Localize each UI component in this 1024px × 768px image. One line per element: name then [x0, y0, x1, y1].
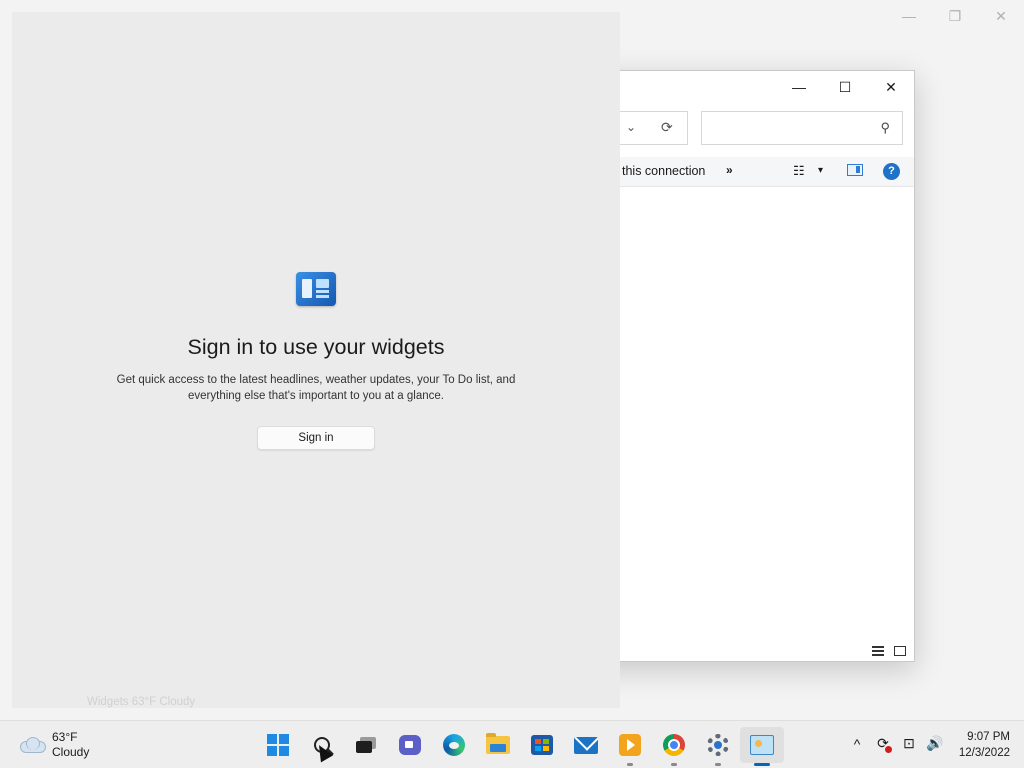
explorer-search-input[interactable]: ⚲	[701, 111, 903, 145]
sync-icon[interactable]: ⟳	[874, 735, 892, 753]
taskbar-pinned-apps	[256, 727, 784, 766]
widgets-description: Get quick access to the latest headlines…	[116, 374, 516, 402]
folder-icon	[486, 733, 510, 754]
running-indicator	[671, 763, 677, 766]
widgets-panel: Sign in to use your widgets Get quick ac…	[12, 12, 620, 708]
task-view-button[interactable]	[344, 727, 388, 763]
task-view-icon	[356, 737, 376, 753]
widgets-logo-icon	[296, 272, 336, 306]
view-dropdown-icon[interactable]: ▾	[818, 165, 823, 176]
teams-chat-icon	[399, 735, 421, 755]
background-minimize-button[interactable]: —	[886, 0, 932, 32]
control-panel-button[interactable]	[740, 727, 784, 766]
refresh-icon[interactable]: ⟳	[661, 119, 673, 136]
preview-pane-icon[interactable]	[847, 164, 863, 176]
explorer-view-toggles	[872, 646, 906, 656]
background-close-button[interactable]: ✕	[978, 0, 1024, 32]
chrome-icon	[663, 734, 685, 756]
running-indicator	[715, 763, 721, 766]
store-icon	[531, 735, 553, 755]
clock-date: 12/3/2022	[958, 747, 1010, 759]
windows-logo-icon	[267, 734, 289, 756]
search-icon: ⚲	[880, 120, 890, 135]
file-explorer-button[interactable]	[476, 727, 520, 763]
edge-button[interactable]	[432, 727, 476, 763]
explorer-maximize-button[interactable]: ☐	[822, 71, 868, 103]
cloud-icon	[18, 737, 46, 753]
start-button[interactable]	[256, 727, 300, 763]
volume-icon[interactable]: 🔊	[926, 735, 944, 752]
active-indicator	[754, 763, 770, 766]
network-icon[interactable]: ⊡	[900, 735, 918, 752]
mail-button[interactable]	[564, 727, 608, 763]
large-icons-view-icon[interactable]	[894, 646, 906, 656]
chrome-button[interactable]	[652, 727, 696, 766]
background-window-controls: — ❐ ✕	[886, 0, 1024, 32]
media-player-icon	[619, 734, 641, 756]
chat-button[interactable]	[388, 727, 432, 763]
microsoft-store-button[interactable]	[520, 727, 564, 763]
settings-button[interactable]	[696, 727, 740, 766]
background-restore-button[interactable]: ❐	[932, 0, 978, 32]
explorer-close-button[interactable]: ✕	[868, 71, 914, 103]
running-indicator	[627, 763, 633, 766]
weather-temperature: 63°F	[52, 730, 78, 744]
show-hidden-icons-chevron-icon[interactable]: ^	[848, 736, 866, 752]
taskbar: 63°F Cloudy ^ ⟳ ⊡ 🔊 9:07 PM 12/3/2022	[0, 720, 1024, 768]
change-view-icon[interactable]: ☷	[793, 163, 805, 179]
details-view-icon[interactable]	[872, 646, 884, 656]
more-commands-icon[interactable]: »	[726, 163, 733, 177]
connection-command[interactable]: this connection	[622, 164, 705, 178]
weather-condition: Cloudy	[52, 745, 90, 759]
widgets-title: Sign in to use your widgets	[187, 335, 445, 359]
address-history-chevron-icon[interactable]: ⌄	[626, 120, 636, 134]
edge-icon	[443, 734, 465, 756]
widgets-tooltip: Widgets 63°F Cloudy	[87, 696, 196, 708]
explorer-minimize-button[interactable]: —	[776, 71, 822, 103]
clock-time: 9:07 PM	[967, 731, 1010, 743]
sign-in-button[interactable]: Sign in	[257, 426, 375, 450]
media-player-button[interactable]	[608, 727, 652, 766]
mail-icon	[574, 736, 598, 754]
gear-icon	[707, 734, 729, 756]
help-icon[interactable]: ?	[883, 163, 900, 180]
system-tray: ^ ⟳ ⊡ 🔊	[848, 735, 944, 753]
clock[interactable]: 9:07 PM 12/3/2022	[959, 729, 1010, 761]
weather-widget[interactable]: 63°F Cloudy	[18, 730, 89, 760]
control-panel-icon	[750, 735, 774, 755]
